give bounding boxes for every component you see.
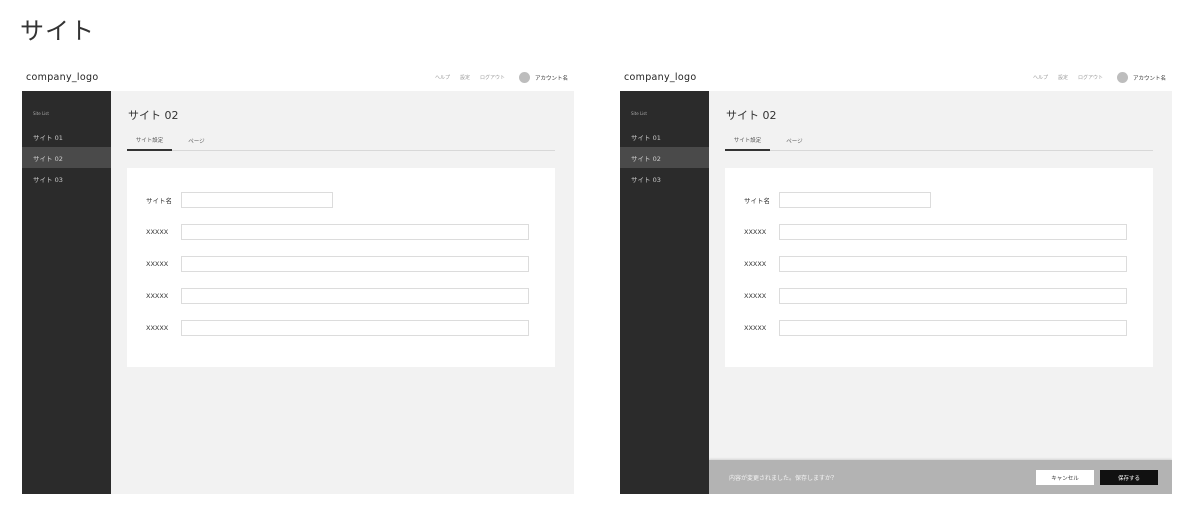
field-label: XXXXX [744, 228, 767, 236]
field-input[interactable] [779, 320, 1127, 336]
tab-site-settings[interactable]: サイト設定 [725, 131, 770, 151]
sidebar-item-site-03[interactable]: サイト 03 [620, 168, 709, 189]
nav-logout-link[interactable]: ログアウト [1078, 74, 1103, 81]
field-input[interactable] [181, 256, 529, 272]
field-label: XXXXX [744, 260, 767, 268]
page-title: サイト [20, 17, 95, 45]
main-title: サイト 02 [128, 109, 179, 122]
unsaved-changes-bar: 内容が変更されました。保存しますか？ キャンセル 保存する [709, 460, 1172, 494]
nav-settings-link[interactable]: 設定 [460, 74, 470, 81]
form-row: XXXXX [725, 288, 1153, 304]
settings-form-card: サイト名 XXXXX XXXXX XXXXX XXXXX [127, 168, 555, 367]
form-row: サイト名 [127, 192, 555, 208]
form-row: XXXXX [127, 224, 555, 240]
sidebar-item-site-01[interactable]: サイト 01 [620, 126, 709, 147]
field-label: XXXXX [146, 228, 169, 236]
company-logo[interactable]: company_logo [26, 72, 98, 83]
field-label: XXXXX [744, 324, 767, 332]
account-menu[interactable]: アカウント名 [1116, 72, 1166, 83]
form-row: XXXXX [725, 320, 1153, 336]
field-label: XXXXX [744, 292, 767, 300]
form-row: サイト名 [725, 192, 1153, 208]
sidebar-item-site-01[interactable]: サイト 01 [22, 126, 111, 147]
form-row: XXXXX [127, 256, 555, 272]
avatar [1116, 72, 1128, 83]
field-label: XXXXX [146, 292, 169, 300]
field-label: XXXXX [146, 260, 169, 268]
form-row: XXXXX [725, 224, 1153, 240]
site-name-input[interactable] [779, 192, 931, 208]
main-content: サイト 02 サイト設定 ページ サイト名 XXXXX XXXXX XXXXX [709, 91, 1172, 494]
field-input[interactable] [779, 224, 1127, 240]
tab-bar: サイト設定 ページ [725, 131, 1153, 151]
sidebar-heading: Site List [631, 111, 647, 116]
unsaved-changes-message: 内容が変更されました。保存しますか？ [729, 474, 838, 482]
site-name-label: サイト名 [744, 197, 770, 205]
form-row: XXXXX [127, 288, 555, 304]
screen-unsaved-changes: company_logo ヘルプ 設定 ログアウト アカウント名 Site Li… [620, 64, 1172, 494]
field-input[interactable] [779, 256, 1127, 272]
top-nav: ヘルプ 設定 ログアウト アカウント名 [1033, 72, 1168, 83]
sidebar: Site List サイト 01 サイト 02 サイト 03 [22, 91, 111, 494]
nav-settings-link[interactable]: 設定 [1058, 74, 1068, 81]
sidebar-item-site-02[interactable]: サイト 02 [620, 147, 709, 168]
tab-bar: サイト設定 ページ [127, 131, 555, 151]
top-nav: ヘルプ 設定 ログアウト アカウント名 [435, 72, 570, 83]
nav-help-link[interactable]: ヘルプ [435, 74, 450, 81]
main-title: サイト 02 [726, 109, 777, 122]
field-input[interactable] [181, 320, 529, 336]
account-menu[interactable]: アカウント名 [518, 72, 568, 83]
site-name-label: サイト名 [146, 197, 172, 205]
top-bar: company_logo ヘルプ 設定 ログアウト アカウント名 [22, 64, 574, 91]
tab-pages[interactable]: ページ [184, 131, 209, 151]
sidebar: Site List サイト 01 サイト 02 サイト 03 [620, 91, 709, 494]
account-name: アカウント名 [1132, 75, 1166, 82]
field-input[interactable] [181, 224, 529, 240]
site-name-input[interactable] [181, 192, 333, 208]
save-button[interactable]: 保存する [1100, 470, 1158, 485]
main-content: サイト 02 サイト設定 ページ サイト名 XXXXX XXXXX XXXXX [111, 91, 574, 494]
sidebar-item-site-02[interactable]: サイト 02 [22, 147, 111, 168]
form-row: XXXXX [725, 256, 1153, 272]
account-name: アカウント名 [534, 75, 568, 82]
screen-default: company_logo ヘルプ 設定 ログアウト アカウント名 Site Li… [22, 64, 574, 494]
field-input[interactable] [181, 288, 529, 304]
top-bar: company_logo ヘルプ 設定 ログアウト アカウント名 [620, 64, 1172, 91]
nav-logout-link[interactable]: ログアウト [480, 74, 505, 81]
form-row: XXXXX [127, 320, 555, 336]
sidebar-heading: Site List [33, 111, 49, 116]
nav-help-link[interactable]: ヘルプ [1033, 74, 1048, 81]
cancel-button[interactable]: キャンセル [1036, 470, 1094, 485]
settings-form-card: サイト名 XXXXX XXXXX XXXXX XXXXX [725, 168, 1153, 367]
field-input[interactable] [779, 288, 1127, 304]
avatar [518, 72, 530, 83]
sidebar-item-site-03[interactable]: サイト 03 [22, 168, 111, 189]
tab-pages[interactable]: ページ [782, 131, 807, 151]
company-logo[interactable]: company_logo [624, 72, 696, 83]
tab-site-settings[interactable]: サイト設定 [127, 131, 172, 151]
field-label: XXXXX [146, 324, 169, 332]
